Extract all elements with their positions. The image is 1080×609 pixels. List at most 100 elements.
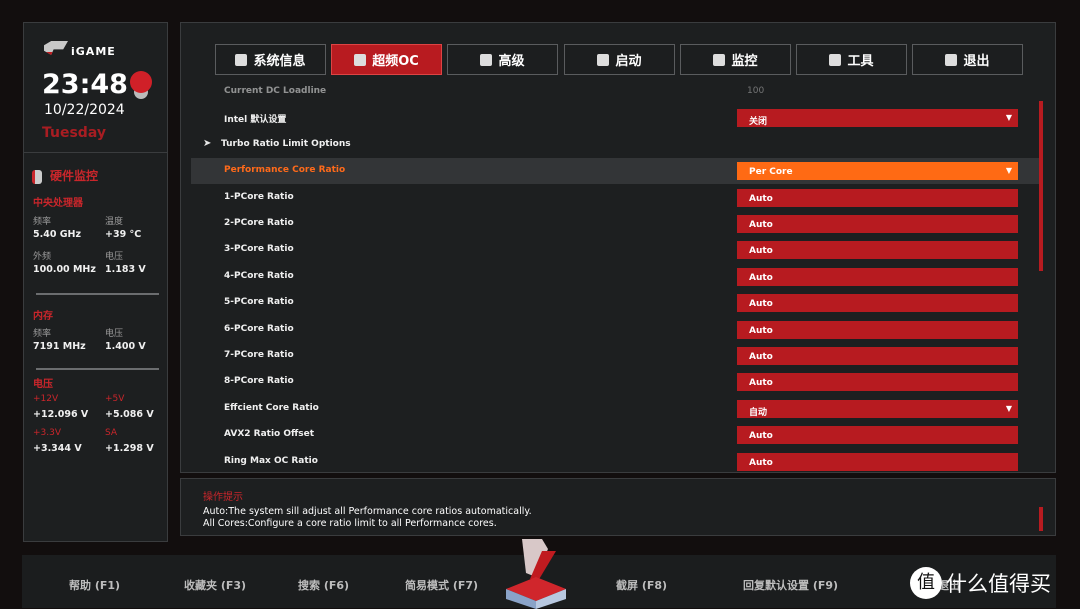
setting-name: Performance Core Ratio: [224, 165, 346, 176]
voltage-section-title: 电压: [33, 379, 53, 390]
setting-dropdown[interactable]: 关闭 ▼: [737, 109, 1018, 128]
tab-icon: [829, 53, 842, 66]
setting-value: Auto: [749, 457, 773, 468]
setting-input[interactable]: Auto: [737, 188, 1018, 207]
setting-row[interactable]: Intel 默认设置 关闭 ▼: [191, 105, 1043, 131]
setting-name: 4-PCore Ratio: [224, 270, 294, 281]
v12-label: +12V: [33, 394, 59, 404]
help-line: All Cores:Configure a core ratio limit t…: [203, 518, 497, 529]
help-panel: 操作提示 Auto:The system sill adjust all Per…: [180, 478, 1056, 536]
tab-label: 监控: [731, 54, 758, 69]
help-title: 操作提示: [203, 492, 243, 503]
tab-0[interactable]: 系统信息: [215, 44, 326, 75]
mem-freq-label: 频率: [33, 329, 52, 339]
hardware-icon: [32, 169, 42, 184]
setting-row[interactable]: Effcient Core Ratio 自动 ▼: [191, 396, 1043, 422]
tab-4[interactable]: 监控: [680, 44, 791, 75]
left-panel: iGAME 23:48 10/22/2024 Tuesday 硬件监控 中央处理…: [23, 22, 168, 542]
help-scrollbar[interactable]: [1039, 507, 1043, 531]
setting-name: 8-PCore Ratio: [224, 376, 294, 387]
watermark-logo-icon: 值: [910, 567, 942, 599]
setting-row[interactable]: 2-PCore Ratio Auto: [191, 211, 1043, 237]
setting-input[interactable]: Auto: [737, 373, 1018, 392]
footer-button[interactable]: 搜索 (F6): [298, 577, 349, 593]
igame-cube-logo: [506, 539, 566, 609]
setting-row[interactable]: 8-PCore Ratio Auto: [191, 369, 1043, 395]
cpu-temp-label: 温度: [105, 217, 124, 227]
cpu-temp-value: +39 °C: [105, 229, 142, 240]
v33-value: +3.344 V: [33, 443, 82, 454]
divider: [36, 293, 159, 295]
setting-value: Auto: [749, 299, 773, 310]
setting-row[interactable]: 5-PCore Ratio Auto: [191, 290, 1043, 316]
v33-label: +3.3V: [33, 428, 62, 438]
footer-button[interactable]: 收藏夹 (F3): [184, 577, 246, 593]
setting-input[interactable]: Auto: [737, 215, 1018, 233]
setting-name: Turbo Ratio Limit Options: [221, 138, 351, 149]
tab-3[interactable]: 启动: [564, 44, 675, 75]
setting-value: Per Core: [749, 167, 793, 178]
setting-row[interactable]: 6-PCore Ratio Auto: [191, 317, 1043, 343]
cpu-section-title: 中央处理器: [33, 198, 83, 209]
tab-2[interactable]: 高级: [447, 44, 558, 75]
chevron-down-icon: ▼: [1005, 166, 1012, 176]
setting-name: 7-PCore Ratio: [224, 350, 294, 360]
chevron-down-icon: ▼: [1005, 403, 1012, 413]
setting-dropdown[interactable]: 自动 ▼: [737, 399, 1018, 418]
setting-row[interactable]: ➤ Turbo Ratio Limit Options: [191, 132, 1043, 158]
setting-row[interactable]: Performance Core Ratio Per Core ▼: [191, 158, 1043, 185]
setting-row[interactable]: Ring Max OC Ratio Auto: [191, 449, 1043, 475]
v12-value: +12.096 V: [33, 409, 89, 420]
setting-name: AVX2 Ratio Offset: [224, 429, 315, 440]
watermark: 值什么值得买: [910, 567, 1051, 599]
tab-5[interactable]: 工具: [796, 44, 907, 75]
mem-volt-value: 1.400 V: [105, 341, 146, 352]
setting-row[interactable]: 1-PCore Ratio Auto: [191, 185, 1043, 211]
setting-input[interactable]: Auto: [737, 241, 1018, 260]
setting-row[interactable]: 4-PCore Ratio Auto: [191, 264, 1043, 290]
setting-value: Auto: [749, 220, 773, 230]
cpu-bclk-value: 100.00 MHz: [33, 264, 96, 275]
setting-input[interactable]: Auto: [737, 347, 1018, 365]
setting-value: 关闭: [749, 117, 768, 128]
setting-value: Auto: [749, 352, 773, 362]
footer-button[interactable]: 简易模式 (F7): [405, 577, 478, 593]
setting-input[interactable]: Auto: [737, 320, 1018, 339]
setting-name: 5-PCore Ratio: [224, 297, 294, 308]
setting-value: Auto: [749, 246, 773, 257]
tab-icon: [597, 53, 610, 66]
tab-icon: [713, 53, 726, 66]
settings-gear-icon[interactable]: [130, 71, 152, 93]
cpu-volt-label: 电压: [105, 252, 124, 262]
setting-value: Auto: [749, 431, 773, 442]
clock-time: 23:48: [42, 69, 128, 100]
setting-dropdown[interactable]: Per Core ▼: [737, 162, 1018, 181]
setting-row[interactable]: 7-PCore Ratio Auto: [191, 343, 1043, 369]
tab-1[interactable]: 超频OC: [331, 44, 442, 75]
setting-input[interactable]: Auto: [737, 294, 1018, 313]
setting-row[interactable]: Current DC Loadline 100: [191, 79, 1043, 105]
setting-row[interactable]: AVX2 Ratio Offset Auto: [191, 422, 1043, 448]
setting-input[interactable]: Auto: [737, 452, 1018, 471]
tab-label: 工具: [847, 54, 874, 69]
chevron-down-icon: ▼: [1005, 113, 1012, 123]
setting-input[interactable]: Auto: [737, 267, 1018, 286]
main-panel: 系统信息 超频OC 高级 启动 监控 工具 退出 Current DC Loadline 10…: [180, 22, 1056, 473]
cpu-freq-value: 5.40 GHz: [33, 229, 82, 240]
scrollbar[interactable]: [1039, 101, 1043, 271]
footer-button[interactable]: 回复默认设置 (F9): [743, 577, 838, 593]
v5-value: +5.086 V: [105, 409, 154, 420]
footer-button[interactable]: 帮助 (F1): [69, 577, 120, 593]
igame-logo: iGAME: [44, 41, 116, 58]
footer-button[interactable]: 截屏 (F8): [616, 577, 667, 593]
setting-name: 6-PCore Ratio: [224, 323, 294, 334]
mem-volt-label: 电压: [105, 329, 124, 339]
setting-row[interactable]: 3-PCore Ratio Auto: [191, 237, 1043, 263]
setting-value: Auto: [749, 378, 773, 389]
setting-value: 自动: [749, 407, 768, 418]
tab-6[interactable]: 退出: [912, 44, 1023, 75]
setting-input[interactable]: Auto: [737, 426, 1018, 445]
divider: [24, 152, 167, 153]
setting-name: 2-PCore Ratio: [224, 218, 294, 228]
cpu-bclk-label: 外频: [33, 252, 52, 262]
